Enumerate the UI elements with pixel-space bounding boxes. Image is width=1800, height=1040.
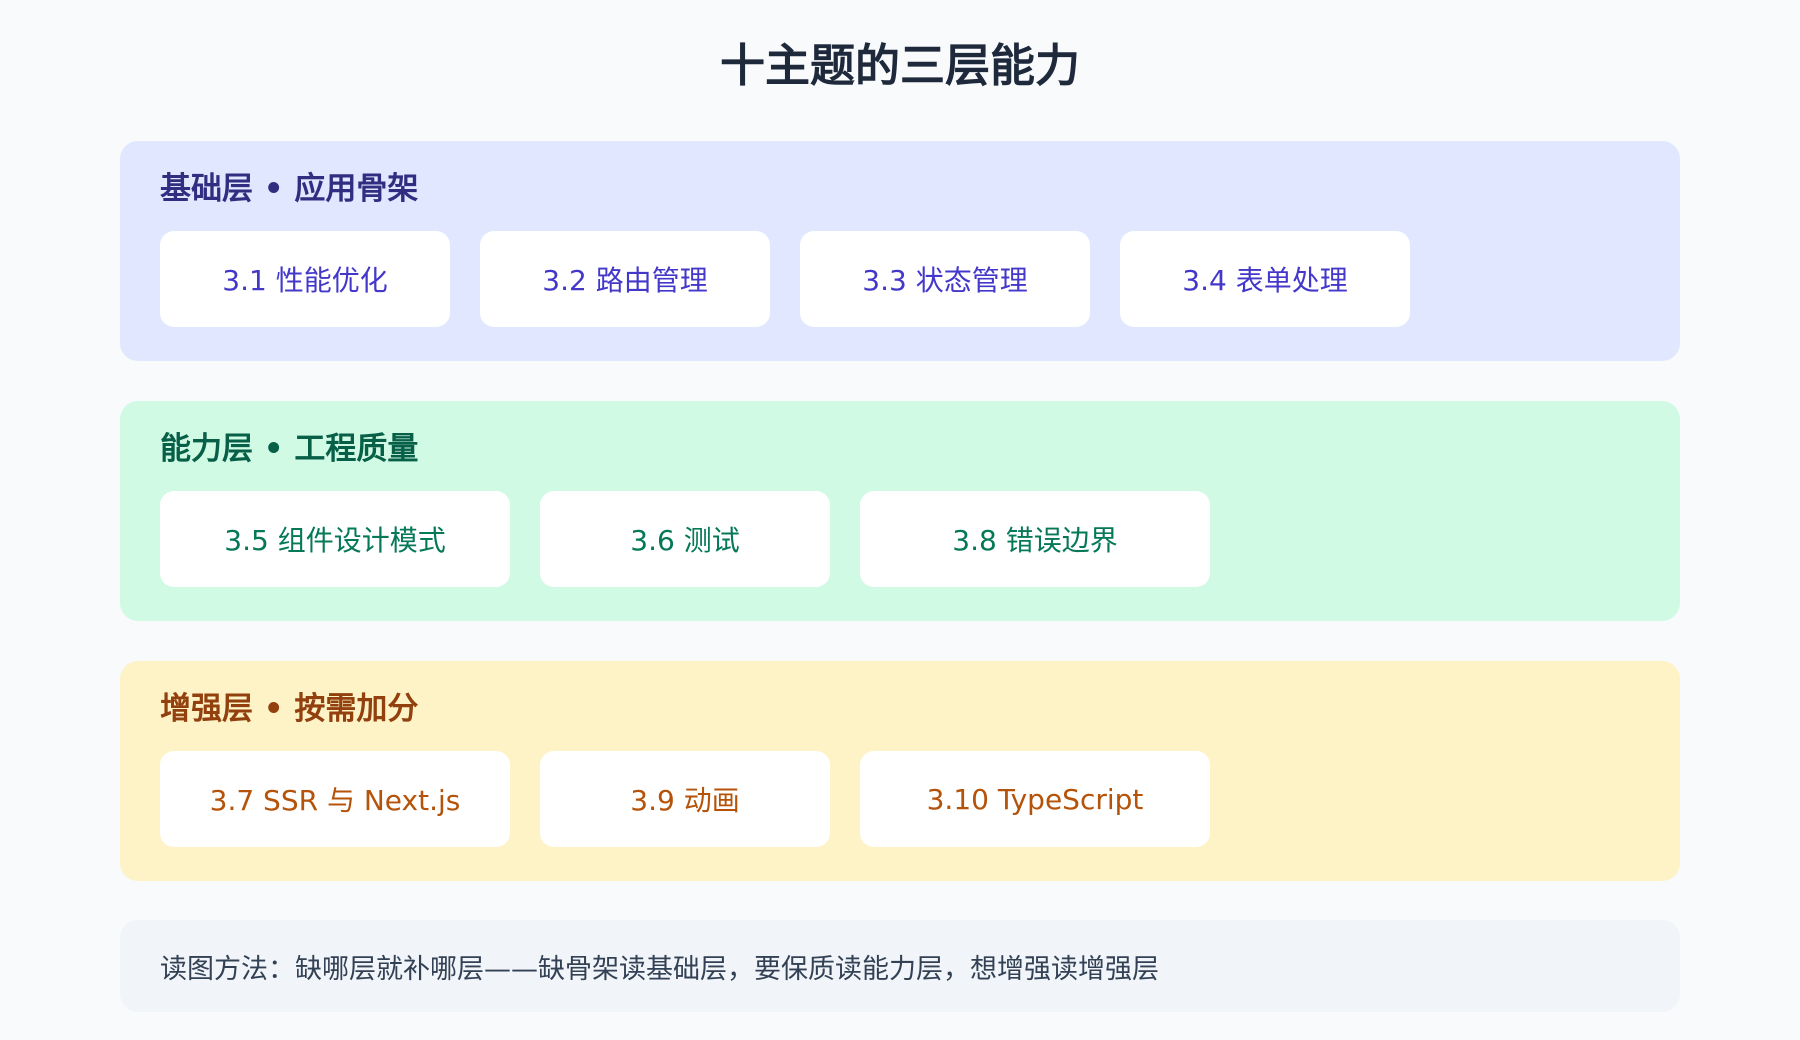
topic-card: 3.2 路由管理	[480, 231, 770, 327]
page-title: 十主题的三层能力	[719, 39, 1080, 92]
topic-card: 3.9 动画	[540, 751, 830, 847]
layer-title: 增强层 • 按需加分	[160, 691, 419, 727]
topic-card: 3.6 测试	[540, 491, 830, 587]
layer-foundation: 基础层 • 应用骨架 3.1 性能优化 3.2 路由管理 3.3 状态管理 3.…	[120, 141, 1680, 361]
topic-card: 3.10 TypeScript	[860, 751, 1210, 847]
reading-tip-text: 读图方法：缺哪层就补哪层——缺骨架读基础层，要保质读能力层，想增强读增强层	[160, 953, 1159, 985]
topic-card: 3.4 表单处理	[1120, 231, 1410, 327]
layer-capability: 能力层 • 工程质量 3.5 组件设计模式 3.6 测试 3.8 错误边界	[120, 401, 1680, 621]
topic-card: 3.7 SSR 与 Next.js	[160, 751, 510, 847]
topic-card: 3.8 错误边界	[860, 491, 1210, 587]
reading-tip: 读图方法：缺哪层就补哪层——缺骨架读基础层，要保质读能力层，想增强读增强层	[120, 920, 1680, 1012]
layer-enhancement: 增强层 • 按需加分 3.7 SSR 与 Next.js 3.9 动画 3.10…	[120, 661, 1680, 881]
topic-card: 3.5 组件设计模式	[160, 491, 510, 587]
topic-card: 3.1 性能优化	[160, 231, 450, 327]
topic-card: 3.3 状态管理	[800, 231, 1090, 327]
layer-title: 基础层 • 应用骨架	[160, 171, 419, 207]
layer-title: 能力层 • 工程质量	[160, 431, 419, 467]
